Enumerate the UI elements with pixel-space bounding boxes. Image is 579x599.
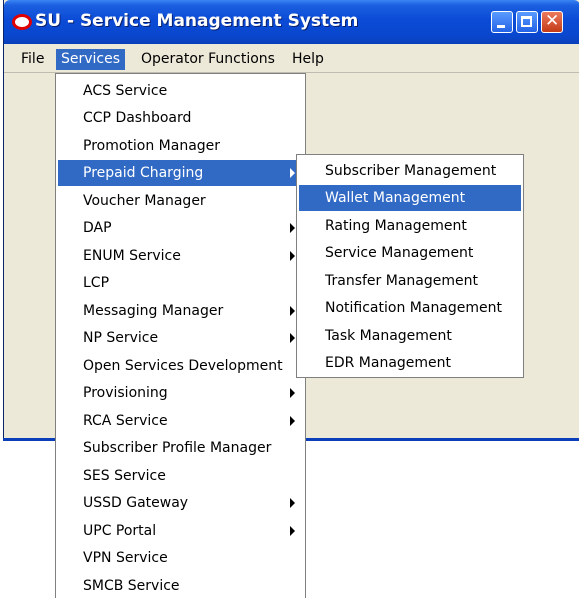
menu-item-prepaid-charging[interactable]: Prepaid Charging [58,160,303,186]
menu-item-label: Task Management [325,328,452,344]
submenu-item-service-management[interactable]: Service Management [299,240,521,266]
menu-item-subscriber-profile-manager[interactable]: Subscriber Profile Manager [58,435,303,461]
menu-item-provisioning[interactable]: Provisioning [58,380,303,406]
menu-item-label: EDR Management [325,355,452,371]
arrow-right-icon [290,388,295,398]
menu-services[interactable]: Services [56,49,126,70]
close-button[interactable]: ✕ [541,11,563,33]
menu-item-rca-service[interactable]: RCA Service [58,408,303,434]
submenu-item-rating-management[interactable]: Rating Management [299,213,521,239]
submenu-item-wallet-management[interactable]: Wallet Management [299,185,521,211]
menu-item-enum-service[interactable]: ENUM Service [58,243,303,269]
submenu-item-notification-management[interactable]: Notification Management [299,295,521,321]
menu-item-label: ACS Service [83,83,168,99]
menu-item-label: Voucher Manager [83,193,206,209]
menu-item-label: Transfer Management [325,273,478,289]
menu-item-label: Promotion Manager [83,138,221,154]
title-bar[interactable]: SU - Service Management System ✕ [4,0,579,44]
menu-item-messaging-manager[interactable]: Messaging Manager [58,298,303,324]
oracle-logo-icon [12,14,32,30]
menu-item-promotion-manager[interactable]: Promotion Manager [58,133,303,159]
menu-item-label: UPC Portal [83,523,157,539]
menu-item-label: Wallet Management [325,190,466,206]
menu-item-label: RCA Service [83,413,168,429]
menu-item-upc-portal[interactable]: UPC Portal [58,518,303,544]
menu-item-ccp-dashboard[interactable]: CCP Dashboard [58,105,303,131]
close-icon: ✕ [545,11,560,31]
arrow-right-icon [290,168,295,178]
menu-help[interactable]: Help [287,49,329,70]
menu-operator-functions[interactable]: Operator Functions [136,49,280,70]
menu-item-label: Subscriber Management [325,163,497,179]
arrow-right-icon [290,223,295,233]
menu-item-label: ENUM Service [83,248,181,264]
menu-item-label: USSD Gateway [83,495,189,511]
arrow-right-icon [290,498,295,508]
menu-item-ussd-gateway[interactable]: USSD Gateway [58,490,303,516]
menu-item-smcb-service[interactable]: SMCB Service [58,573,303,599]
menu-item-label: Open Services Development [83,358,283,374]
menu-bar: File Services Operator Functions Help [4,46,579,72]
menu-item-label: Provisioning [83,385,168,401]
menu-item-label: LCP [83,275,110,291]
menu-item-label: Prepaid Charging [83,165,204,181]
menu-item-label: VPN Service [83,550,168,566]
services-menu: ACS Service CCP Dashboard Promotion Mana… [55,73,306,598]
menu-item-label: SES Service [83,468,166,484]
menu-file[interactable]: File [16,49,49,70]
menu-item-label: Subscriber Profile Manager [83,440,272,456]
menu-item-label: Rating Management [325,218,467,234]
submenu-item-transfer-management[interactable]: Transfer Management [299,268,521,294]
arrow-right-icon [290,306,295,316]
menu-item-label: SMCB Service [83,578,180,594]
arrow-right-icon [290,251,295,261]
menu-item-np-service[interactable]: NP Service [58,325,303,351]
arrow-right-icon [290,526,295,536]
arrow-right-icon [290,416,295,426]
arrow-right-icon [290,333,295,343]
menu-item-label: NP Service [83,330,159,346]
menu-item-label: Notification Management [325,300,503,316]
menu-item-ses-service[interactable]: SES Service [58,463,303,489]
prepaid-charging-submenu: Subscriber Management Wallet Management … [296,154,524,378]
submenu-item-edr-management[interactable]: EDR Management [299,350,521,376]
menu-item-label: Messaging Manager [83,303,224,319]
window-title: SU - Service Management System [35,11,359,31]
menu-item-lcp[interactable]: LCP [58,270,303,296]
menu-item-dap[interactable]: DAP [58,215,303,241]
menu-item-label: DAP [83,220,112,236]
menu-item-label: CCP Dashboard [83,110,192,126]
menu-item-label: Service Management [325,245,474,261]
menu-item-open-services-development[interactable]: Open Services Development [58,353,303,379]
maximize-button[interactable] [516,11,538,33]
minimize-button[interactable] [491,11,513,33]
menu-item-vpn-service[interactable]: VPN Service [58,545,303,571]
submenu-item-subscriber-management[interactable]: Subscriber Management [299,158,521,184]
submenu-item-task-management[interactable]: Task Management [299,323,521,349]
menu-item-acs-service[interactable]: ACS Service [58,78,303,104]
menu-item-voucher-manager[interactable]: Voucher Manager [58,188,303,214]
